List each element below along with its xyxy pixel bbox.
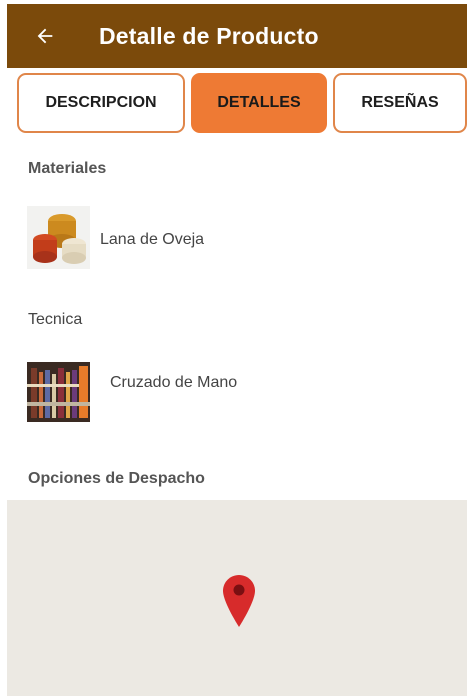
app-bar: Detalle de Producto [7,4,467,68]
yarn-balls-image [27,206,90,269]
material-thumbnail [27,206,90,269]
page-title: Detalle de Producto [99,22,319,49]
materials-heading: Materiales [28,160,107,177]
technique-thumbnail [27,362,90,422]
technique-name: Cruzado de Mano [110,374,238,391]
map-pin-icon[interactable] [222,574,256,628]
shipping-heading: Opciones de Despacho [28,470,205,487]
arrow-left-icon [37,28,53,44]
tab-bar: DESCRIPCION DETALLES RESEÑAS [7,72,467,136]
back-button[interactable] [33,24,57,48]
loom-weaving-image [27,362,90,422]
technique-heading: Tecnica [28,311,83,328]
material-name: Lana de Oveja [100,231,205,248]
shipping-map[interactable] [7,500,467,696]
tab-resenas[interactable]: RESEÑAS [333,73,467,133]
tab-descripcion[interactable]: DESCRIPCION [17,73,185,133]
tab-detalles[interactable]: DETALLES [191,73,327,133]
